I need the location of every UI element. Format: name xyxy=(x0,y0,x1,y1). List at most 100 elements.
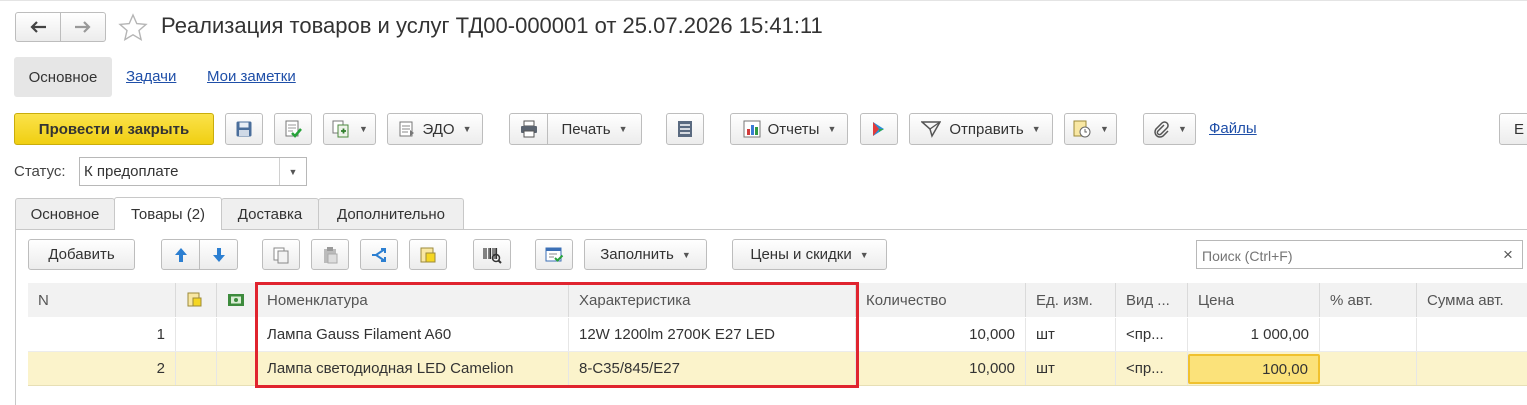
save-button[interactable] xyxy=(225,113,263,145)
status-select[interactable]: К предоплате ▼ xyxy=(79,157,307,186)
column-header-auto-pct[interactable]: % авт. xyxy=(1320,283,1417,317)
arrow-down-icon xyxy=(211,246,227,264)
forward-button[interactable] xyxy=(60,12,106,42)
fill-label: Заполнить xyxy=(600,246,674,263)
row-price-value-cell-active[interactable]: 100,00 xyxy=(1188,354,1320,384)
nav-link-tasks[interactable]: Задачи xyxy=(126,68,176,85)
files-link[interactable]: Файлы xyxy=(1209,120,1257,137)
row-unit-cell[interactable]: шт xyxy=(1026,318,1116,351)
attachment-button[interactable]: ▼ xyxy=(1143,113,1196,145)
reports-label: Отчеты xyxy=(767,120,820,138)
column-header-price[interactable]: Цена xyxy=(1188,283,1320,317)
column-header-n[interactable]: N xyxy=(28,283,176,317)
document-selection-icon xyxy=(419,246,437,264)
prices-discounts-button[interactable]: Цены и скидки ▼ xyxy=(732,239,887,270)
post-document-icon xyxy=(283,119,303,139)
reports-button[interactable]: Отчеты ▼ xyxy=(730,113,848,145)
close-icon: × xyxy=(1503,244,1513,264)
tab-goods[interactable]: Товары (2) xyxy=(114,197,222,230)
row-kind-cell[interactable]: <пр... xyxy=(1116,352,1188,385)
tab-delivery[interactable]: Доставка xyxy=(221,198,319,229)
status-dropdown-button[interactable]: ▼ xyxy=(279,158,306,185)
post-document-button[interactable] xyxy=(274,113,312,145)
row-number: 2 xyxy=(28,352,176,385)
dropdown-arrow-icon: ▼ xyxy=(1100,124,1109,134)
row-auto-sum-cell[interactable] xyxy=(1417,352,1527,385)
search-clear-button[interactable]: × xyxy=(1494,240,1523,269)
column-header-doc-icon[interactable] xyxy=(176,283,217,317)
edo-button[interactable]: ЭДО ▼ xyxy=(387,113,483,145)
move-up-button[interactable] xyxy=(161,239,200,270)
clipboard-icon xyxy=(321,246,339,264)
send-button[interactable]: Отправить ▼ xyxy=(909,113,1053,145)
split-arrows-icon xyxy=(370,246,388,264)
back-button[interactable] xyxy=(15,12,61,42)
more-button[interactable]: Е xyxy=(1499,113,1527,145)
move-down-button[interactable] xyxy=(199,239,238,270)
document-status-button[interactable]: ▼ xyxy=(1064,113,1117,145)
window-check-icon xyxy=(544,246,564,264)
column-header-unit[interactable]: Ед. изм. xyxy=(1026,283,1116,317)
fill-button[interactable]: Заполнить ▼ xyxy=(584,239,707,270)
row-auto-pct-cell[interactable] xyxy=(1320,352,1417,385)
row-price-value-cell[interactable]: 1 000,00 xyxy=(1188,318,1320,351)
dropdown-arrow-icon: ▼ xyxy=(1031,124,1041,134)
row-auto-sum-cell[interactable] xyxy=(1417,318,1527,351)
column-header-price-icon[interactable] xyxy=(217,283,257,317)
list-icon xyxy=(677,120,693,138)
nav-link-notes[interactable]: Мои заметки xyxy=(207,68,296,85)
column-header-kind[interactable]: Вид ... xyxy=(1116,283,1188,317)
prices-discounts-label: Цены и скидки xyxy=(750,246,852,263)
column-header-auto-sum[interactable]: Сумма авт. xyxy=(1417,283,1527,317)
print-button[interactable]: Печать ▼ xyxy=(547,113,642,145)
dropdown-arrow-icon: ▼ xyxy=(462,124,472,134)
nav-item-main-label: Основное xyxy=(28,68,98,86)
row-auto-pct-cell[interactable] xyxy=(1320,318,1417,351)
nav-item-main[interactable]: Основное xyxy=(14,57,112,97)
paperclip-icon xyxy=(1152,120,1170,138)
search-input[interactable] xyxy=(1200,242,1484,269)
printer-icon xyxy=(519,120,539,138)
tab-main-label: Основное xyxy=(30,205,100,223)
row-unit-cell[interactable]: шт xyxy=(1026,352,1116,385)
row-doc-cell xyxy=(176,318,217,351)
tab-delivery-label: Доставка xyxy=(237,205,303,223)
post-and-close-button[interactable]: Провести и закрыть xyxy=(14,113,214,145)
copy-button[interactable] xyxy=(262,239,300,270)
status-label: Статус: xyxy=(14,163,66,180)
check-button[interactable] xyxy=(535,239,573,270)
reports-chart-icon xyxy=(742,120,762,138)
add-button[interactable]: Добавить xyxy=(28,239,135,270)
tab-additional[interactable]: Дополнительно xyxy=(318,198,464,229)
column-header-qty[interactable]: Количество xyxy=(856,283,1026,317)
row-qty-cell[interactable]: 10,000 xyxy=(856,352,1026,385)
column-qty-label: Количество xyxy=(866,291,947,309)
create-based-on-button[interactable]: ▼ xyxy=(323,113,376,145)
dropdown-arrow-icon: ▼ xyxy=(1178,124,1187,134)
paste-button[interactable] xyxy=(311,239,349,270)
row-qty-cell[interactable]: 10,000 xyxy=(856,318,1026,351)
column-auto-pct-label: % авт. xyxy=(1330,291,1373,309)
tab-goods-label: Товары (2) xyxy=(130,205,206,223)
row-kind-cell[interactable]: <пр... xyxy=(1116,318,1188,351)
tab-additional-label: Дополнительно xyxy=(337,205,445,223)
row-price-cell xyxy=(217,318,257,351)
document-clock-icon xyxy=(1072,119,1092,139)
scan-share-button[interactable] xyxy=(860,113,898,145)
edo-label: ЭДО xyxy=(422,120,455,138)
select-goods-button[interactable] xyxy=(409,239,447,270)
dropdown-arrow-icon: ▼ xyxy=(681,249,691,260)
print-icon-button[interactable] xyxy=(509,113,548,145)
column-auto-sum-label: Сумма авт. xyxy=(1427,291,1504,309)
dropdown-arrow-icon: ▼ xyxy=(827,124,837,134)
tab-main[interactable]: Основное xyxy=(15,198,115,229)
post-and-close-label: Провести и закрыть xyxy=(38,120,190,138)
send-label: Отправить xyxy=(949,120,1024,138)
structure-button[interactable] xyxy=(666,113,704,145)
more-label: Е xyxy=(1514,120,1525,138)
status-value: К предоплате xyxy=(84,163,179,180)
add-label: Добавить xyxy=(48,246,115,263)
favorite-star-icon[interactable] xyxy=(118,13,148,43)
barcode-button[interactable] xyxy=(473,239,511,270)
split-row-button[interactable] xyxy=(360,239,398,270)
